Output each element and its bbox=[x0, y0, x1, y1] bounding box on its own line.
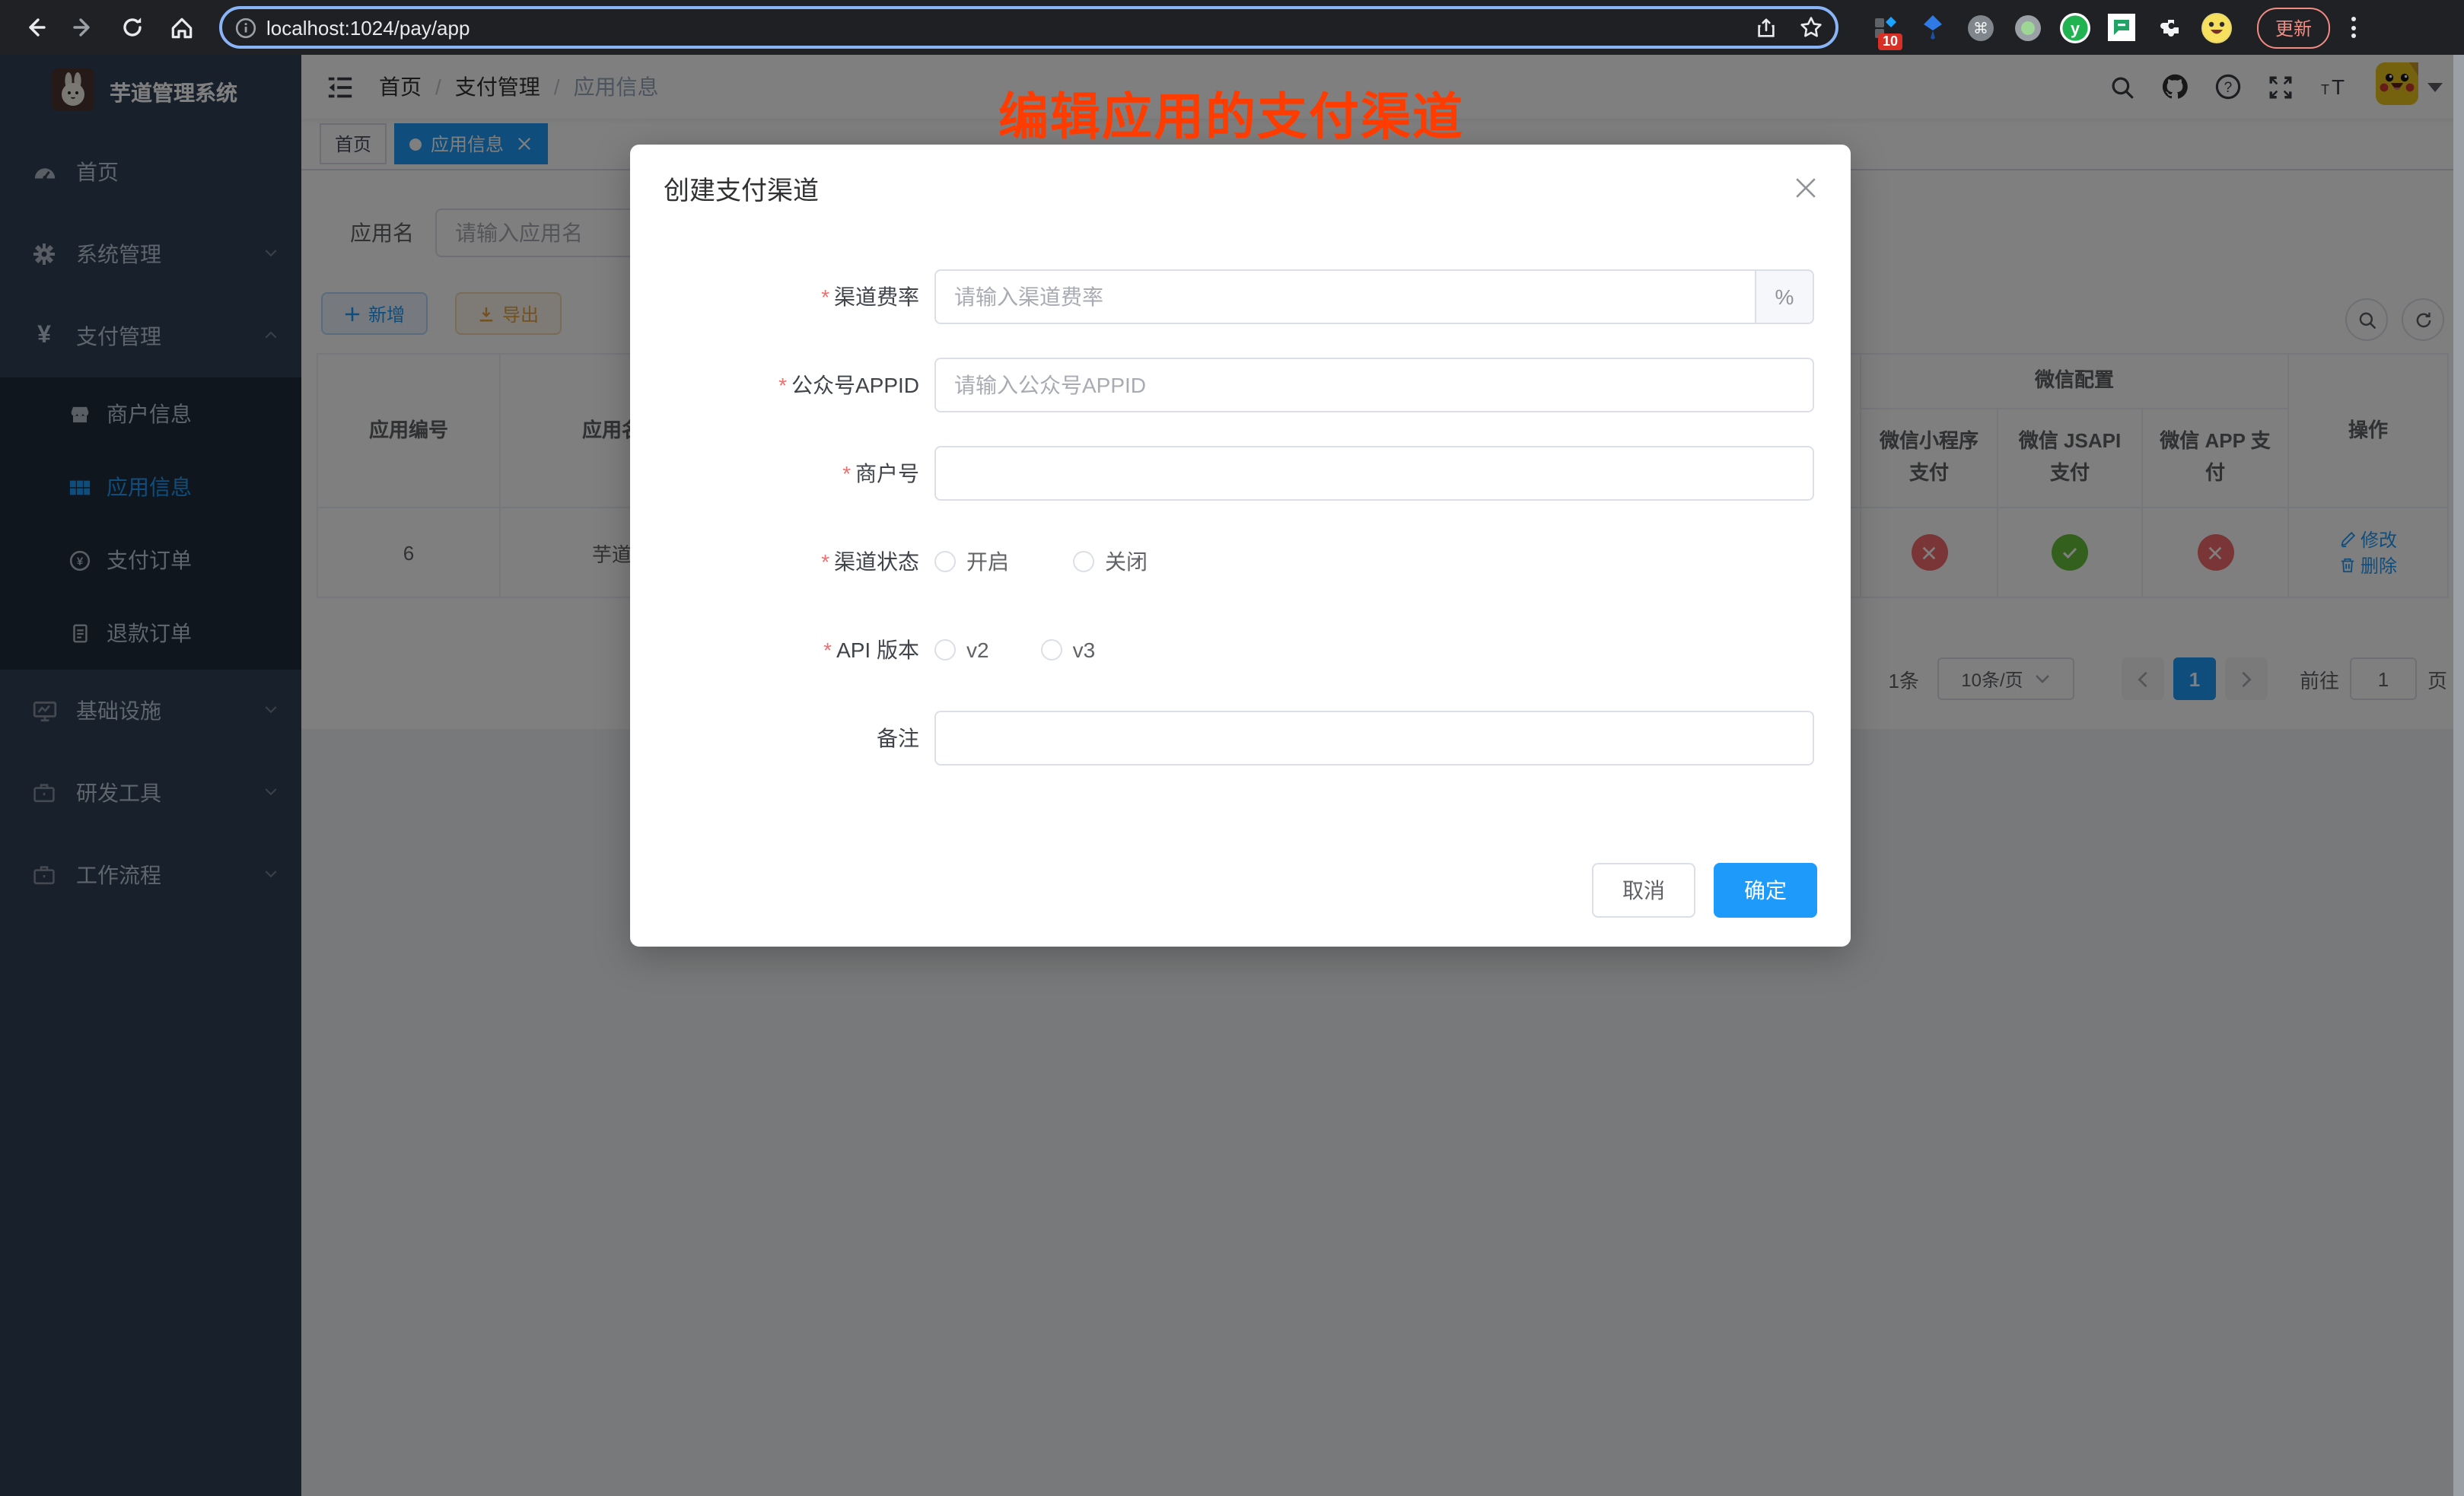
extension-command-icon[interactable]: ⌘ bbox=[1963, 11, 1997, 44]
field-rate: *渠道费率 % bbox=[630, 269, 1851, 324]
browser-menu-icon[interactable] bbox=[2351, 17, 2356, 38]
field-appid: *公众号APPID bbox=[630, 358, 1851, 412]
api-version-label: *API 版本 bbox=[630, 635, 934, 665]
required-mark: * bbox=[821, 549, 829, 574]
share-icon[interactable] bbox=[1755, 16, 1778, 39]
dialog-title: 创建支付渠道 bbox=[664, 168, 819, 206]
create-channel-dialog: 创建支付渠道 *渠道费率 % *公众号APPID bbox=[630, 145, 1851, 947]
close-icon[interactable] bbox=[1794, 176, 1817, 199]
forward-icon[interactable] bbox=[64, 8, 103, 47]
browser-toolbar: localhost:1024/pay/app 10 ⌘ y bbox=[0, 0, 2464, 55]
bookmark-star-icon[interactable] bbox=[1799, 15, 1823, 40]
api-v2-radio[interactable]: v2 bbox=[934, 638, 989, 662]
extension-dot-icon[interactable] bbox=[2010, 11, 2044, 44]
rate-suffix: % bbox=[1756, 269, 1814, 324]
radio-circle-icon bbox=[934, 551, 956, 572]
back-icon[interactable] bbox=[15, 8, 55, 47]
remark-label: 备注 bbox=[630, 723, 934, 753]
rate-label: *渠道费率 bbox=[630, 282, 934, 312]
app-root: 芋道管理系统 首页 系统管理 ¥ 支付管理 bbox=[0, 55, 2464, 1496]
extension-puzzle-icon[interactable] bbox=[2152, 11, 2185, 44]
reload-icon[interactable] bbox=[113, 8, 152, 47]
api-v3-radio[interactable]: v3 bbox=[1041, 638, 1096, 662]
status-open-radio[interactable]: 开启 bbox=[934, 546, 1009, 577]
extensions-row: 10 ⌘ y bbox=[1869, 11, 2233, 44]
extension-kite-icon[interactable] bbox=[1916, 11, 1950, 44]
required-mark: * bbox=[823, 638, 832, 662]
svg-text:y: y bbox=[2070, 18, 2080, 37]
annotation-text: 编辑应用的支付渠道 bbox=[998, 76, 1464, 149]
remark-input[interactable] bbox=[934, 711, 1814, 766]
extension-badge: 10 bbox=[1878, 33, 1902, 50]
extension-chat-icon[interactable] bbox=[2105, 11, 2138, 44]
cancel-button[interactable]: 取消 bbox=[1592, 863, 1695, 918]
required-mark: * bbox=[842, 461, 851, 485]
appid-input[interactable] bbox=[934, 358, 1814, 412]
site-info-icon[interactable] bbox=[234, 16, 257, 39]
screen: localhost:1024/pay/app 10 ⌘ y bbox=[0, 0, 2464, 1496]
merchant-label: *商户号 bbox=[630, 458, 934, 489]
dialog-header: 创建支付渠道 bbox=[630, 145, 1851, 230]
field-api-version: *API 版本 v2 v3 bbox=[630, 622, 1851, 677]
status-label: *渠道状态 bbox=[630, 546, 934, 577]
svg-text:⌘: ⌘ bbox=[1972, 20, 1988, 37]
status-closed-radio[interactable]: 关闭 bbox=[1073, 546, 1148, 577]
browser-scrollbar[interactable] bbox=[2453, 55, 2464, 1496]
required-mark: * bbox=[778, 373, 787, 397]
radio-circle-icon bbox=[934, 639, 956, 660]
merchant-input[interactable] bbox=[934, 446, 1814, 501]
browser-update-button[interactable]: 更新 bbox=[2257, 7, 2330, 48]
profile-avatar-icon[interactable] bbox=[2199, 11, 2233, 44]
radio-circle-icon bbox=[1073, 551, 1094, 572]
confirm-button[interactable]: 确定 bbox=[1714, 863, 1817, 918]
radio-circle-icon bbox=[1041, 639, 1062, 660]
rate-input[interactable] bbox=[934, 269, 1756, 324]
url-text[interactable]: localhost:1024/pay/app bbox=[266, 16, 1755, 39]
extension-y-icon[interactable]: y bbox=[2058, 11, 2091, 44]
field-merchant: *商户号 bbox=[630, 446, 1851, 501]
home-icon[interactable] bbox=[161, 8, 201, 47]
address-bar[interactable]: localhost:1024/pay/app bbox=[219, 6, 1838, 49]
extension-pinned-icon[interactable]: 10 bbox=[1869, 11, 1902, 44]
appid-label: *公众号APPID bbox=[630, 370, 934, 400]
required-mark: * bbox=[821, 285, 829, 309]
field-status: *渠道状态 开启 关闭 bbox=[630, 534, 1851, 589]
dialog-footer: 取消 确定 bbox=[1592, 863, 1817, 918]
dialog-form: *渠道费率 % *公众号APPID bbox=[630, 230, 1851, 766]
field-remark: 备注 bbox=[630, 711, 1851, 766]
